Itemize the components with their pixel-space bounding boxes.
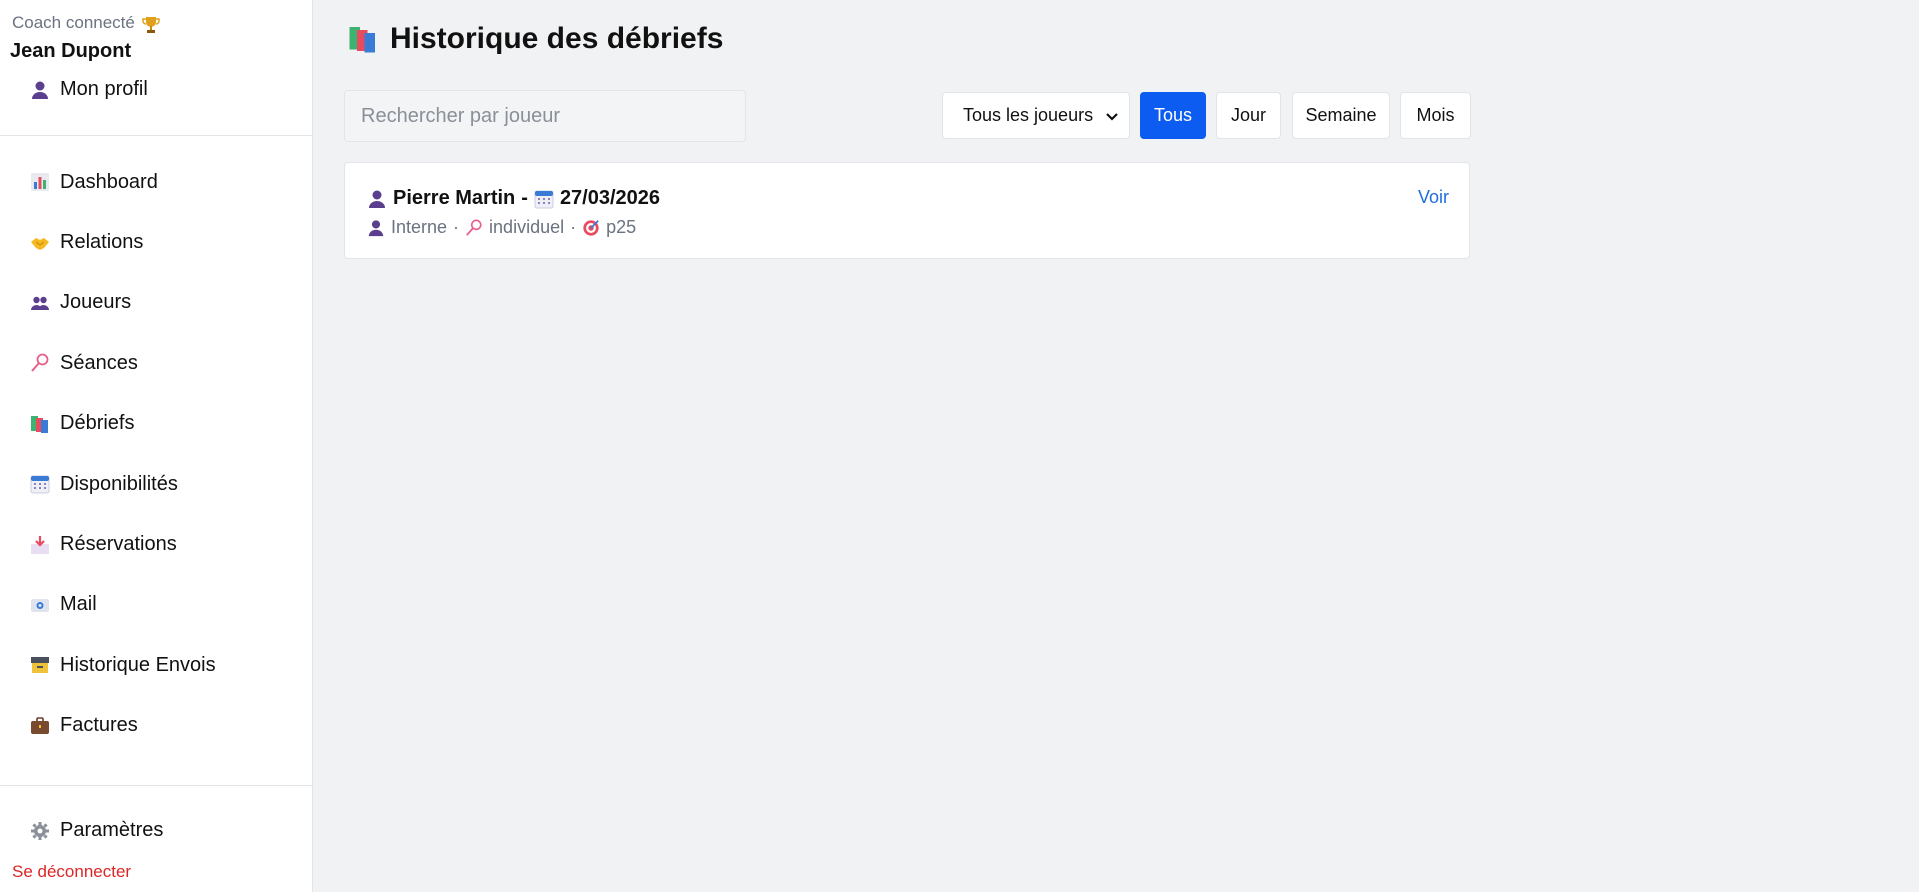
- calendar-icon: [534, 189, 554, 209]
- app-root: Coach connecté Jean Dupont Mon profil Da…: [0, 0, 1919, 892]
- period-button-jour[interactable]: Jour: [1216, 92, 1281, 139]
- meta-dot: ·: [453, 217, 460, 237]
- user-icon: [367, 189, 387, 209]
- meta-dot: ·: [570, 217, 577, 237]
- sidebar-item-label: Séances: [60, 351, 138, 374]
- coach-name: Jean Dupont: [10, 40, 132, 62]
- sidebar-item-factures[interactable]: Factures: [0, 696, 312, 756]
- player-filter-value: Tous les joueurs: [963, 105, 1094, 125]
- sidebar: Coach connecté Jean Dupont Mon profil Da…: [0, 0, 313, 892]
- search-input[interactable]: [344, 90, 746, 142]
- debrief-title: Pierre Martin - 27/03/2026: [367, 187, 660, 210]
- briefcase-icon: [30, 716, 50, 736]
- inbox-icon: [30, 535, 50, 555]
- debrief-separator: -: [521, 187, 528, 209]
- sidebar-item-label: Dashboard: [60, 170, 158, 193]
- period-button-mois[interactable]: Mois: [1400, 92, 1471, 139]
- calendar-icon: [30, 474, 50, 494]
- profile-label: Mon profil: [60, 78, 148, 100]
- debrief-type: Interne: [391, 217, 448, 237]
- view-debrief-link[interactable]: Voir: [1418, 187, 1449, 208]
- sidebar-item-debriefs[interactable]: Débriefs: [0, 394, 312, 454]
- sidebar-item-label: Factures: [60, 714, 138, 737]
- chevron-down-icon: [1105, 109, 1119, 123]
- target-icon: [582, 219, 600, 237]
- sidebar-divider-bottom: [0, 785, 312, 786]
- sidebar-item-label: Débriefs: [60, 412, 135, 435]
- sidebar-item-disponibilites[interactable]: Disponibilités: [0, 454, 312, 514]
- profile-link[interactable]: Mon profil: [30, 78, 148, 101]
- trophy-icon: [141, 15, 160, 33]
- archive-icon: [30, 655, 50, 675]
- debrief-date: 27/03/2026: [559, 187, 661, 209]
- sidebar-item-mail[interactable]: Mail: [0, 575, 312, 635]
- bar-chart-icon: [30, 172, 50, 192]
- books-icon: [348, 24, 378, 54]
- debrief-target: p25: [606, 217, 637, 237]
- sidebar-item-reservations[interactable]: Réservations: [0, 514, 312, 574]
- sidebar-item-label: Historique Envois: [60, 653, 216, 676]
- logout-link[interactable]: Se déconnecter: [12, 862, 131, 882]
- debrief-player: Pierre Martin: [393, 187, 516, 209]
- user-icon: [30, 80, 50, 100]
- racket-icon: [30, 353, 50, 373]
- debrief-card: Pierre Martin - 27/03/2026 Interne · ind…: [344, 162, 1470, 259]
- sidebar-item-historique-envois[interactable]: Historique Envois: [0, 635, 312, 695]
- sidebar-item-label: Joueurs: [60, 291, 132, 314]
- handshake-icon: [30, 233, 50, 253]
- sidebar-item-dashboard[interactable]: Dashboard: [0, 152, 312, 212]
- sidebar-divider-top: [0, 135, 312, 136]
- period-button-tous[interactable]: Tous: [1140, 92, 1206, 139]
- settings-link[interactable]: Paramètres: [30, 819, 163, 842]
- racket-icon: [465, 219, 483, 237]
- coach-label-text: Coach connecté: [12, 13, 135, 32]
- sidebar-item-joueurs[interactable]: Joueurs: [0, 273, 312, 333]
- player-filter-select[interactable]: Tous les joueurs: [942, 92, 1130, 139]
- gear-icon: [30, 821, 50, 841]
- books-icon: [30, 414, 50, 434]
- sidebar-item-relations[interactable]: Relations: [0, 212, 312, 272]
- settings-label: Paramètres: [60, 819, 164, 841]
- period-button-semaine[interactable]: Semaine: [1292, 92, 1390, 139]
- users-icon: [30, 293, 50, 313]
- page-title: Historique des débriefs: [348, 22, 723, 56]
- sidebar-item-seances[interactable]: Séances: [0, 333, 312, 393]
- user-icon: [367, 219, 385, 237]
- main-content: Historique des débriefs Tous les joueurs…: [313, 0, 1919, 892]
- sidebar-item-label: Relations: [60, 231, 144, 254]
- debrief-format: individuel: [489, 217, 565, 237]
- debrief-meta: Interne · individuel · p25: [367, 217, 636, 238]
- page-title-text: Historique des débriefs: [390, 22, 724, 55]
- sidebar-item-label: Réservations: [60, 533, 177, 556]
- sidebar-nav: Dashboard Relations Joueurs Séances Débr…: [0, 152, 312, 756]
- sidebar-item-label: Mail: [60, 593, 97, 616]
- mail-icon: [30, 595, 50, 615]
- sidebar-item-label: Disponibilités: [60, 472, 178, 495]
- coach-status: Coach connecté: [12, 13, 160, 33]
